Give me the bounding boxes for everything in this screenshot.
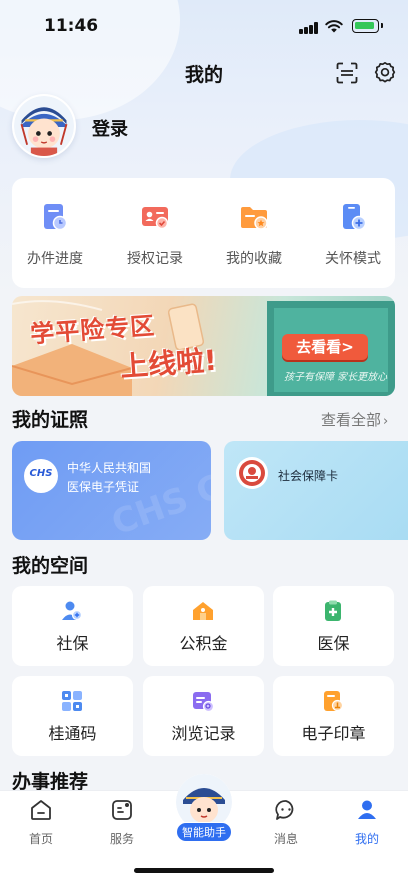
quick-action-label: 关怀模式 [325,251,381,267]
chevron-right-icon: › [383,414,389,429]
tab-mine[interactable]: 我的 [337,798,397,847]
message-bubble-icon [275,800,294,820]
cert-title: 社会保障卡 [278,469,339,483]
care-mode-icon [343,204,367,231]
home-indicator [134,868,274,873]
qr-code-icon [62,691,82,711]
view-all-label: 查看全部 [321,411,382,429]
banner-cta-button[interactable]: 去看看> [282,334,368,360]
section-title-my-space: 我的空间 [12,555,89,577]
quick-action-label: 我的收藏 [226,251,282,267]
space-item-label: 医保 [317,634,350,653]
quick-action-favorites[interactable]: 我的收藏 [214,202,294,268]
services-icon [112,800,132,820]
space-item-label: 浏览记录 [171,724,236,743]
medical-insurance-icon [325,600,341,621]
assistant-label: 智能助手 [176,822,232,842]
battery-icon [352,19,383,33]
folder-star-icon [241,207,268,230]
space-item-medical-insurance[interactable]: 医保 [273,586,394,666]
view-all-link[interactable]: 查看全部 › [321,409,388,430]
cert-title: 中华人民共和国 医保电子凭证 [67,459,151,497]
space-item-housing-fund[interactable]: 公积金 [143,586,264,666]
tab-label: 消息 [273,832,298,846]
banner-slogan: 孩子有保障 家长更放心 [284,372,388,383]
quick-action-label: 办件进度 [27,251,83,267]
e-seal-icon [324,691,344,712]
space-item-label: 电子印章 [301,724,366,743]
cellular-signal-icon [299,22,319,34]
browse-history-icon [193,692,215,713]
cert-card-medical-insurance[interactable]: CHS CHS CHS 中华人民共和国 医保电子凭证 [12,441,211,540]
home-icon [31,800,51,820]
space-item-browse-history[interactable]: 浏览记录 [143,676,264,756]
promo-banner[interactable]: 学平险专区 上线啦! 去看看> 孩子有保障 家长更放心 [12,296,395,396]
quick-action-label: 授权记录 [127,251,183,267]
scan-icon[interactable] [336,62,358,84]
chs-logo-icon: CHS [24,459,58,493]
login-link[interactable]: 登录 [92,115,128,141]
cert-title-line2: 医保电子凭证 [67,480,140,494]
cert-title-line1: 中华人民共和国 [67,461,152,475]
quick-action-progress[interactable]: 办件进度 [15,202,95,268]
gear-icon[interactable] [373,61,397,85]
social-security-icon [62,601,83,621]
progress-doc-icon [44,204,68,231]
housing-fund-icon [193,602,213,620]
tab-services[interactable]: 服务 [92,798,152,847]
banner-headline-2: 上线啦! [119,343,218,384]
space-item-e-seal[interactable]: 电子印章 [273,676,394,756]
tab-home[interactable]: 首页 [11,798,71,847]
smart-assistant-button[interactable]: 智能助手 [171,774,237,842]
authorization-card-icon [142,207,169,230]
user-icon [358,800,376,819]
cert-card-social-security[interactable]: 社会保障卡 [224,441,408,540]
status-time: 11:46 [44,16,99,36]
wifi-icon [325,20,343,33]
quick-action-care-mode[interactable]: 关怀模式 [313,202,393,268]
quick-actions-card: 办件进度 授权记录 我的收藏 关怀模式 [12,178,395,288]
space-item-label: 公积金 [179,634,228,653]
cartoon-avatar-icon [14,96,74,156]
tab-messages[interactable]: 消息 [256,798,316,847]
space-item-label: 桂通码 [48,724,97,743]
social-security-emblem-icon [236,457,268,489]
space-item-social-security[interactable]: 社保 [12,586,133,666]
space-item-gui-code[interactable]: 桂通码 [12,676,133,756]
quick-action-authorization[interactable]: 授权记录 [115,202,195,268]
tab-label: 我的 [354,832,379,846]
tab-label: 首页 [28,832,53,846]
space-item-label: 社保 [56,634,89,653]
chs-logo-text: CHS [29,468,53,479]
tab-label: 服务 [109,832,134,846]
section-title-certificates: 我的证照 [12,409,89,431]
avatar[interactable] [12,94,76,158]
status-bar: 11:46 [0,0,408,54]
